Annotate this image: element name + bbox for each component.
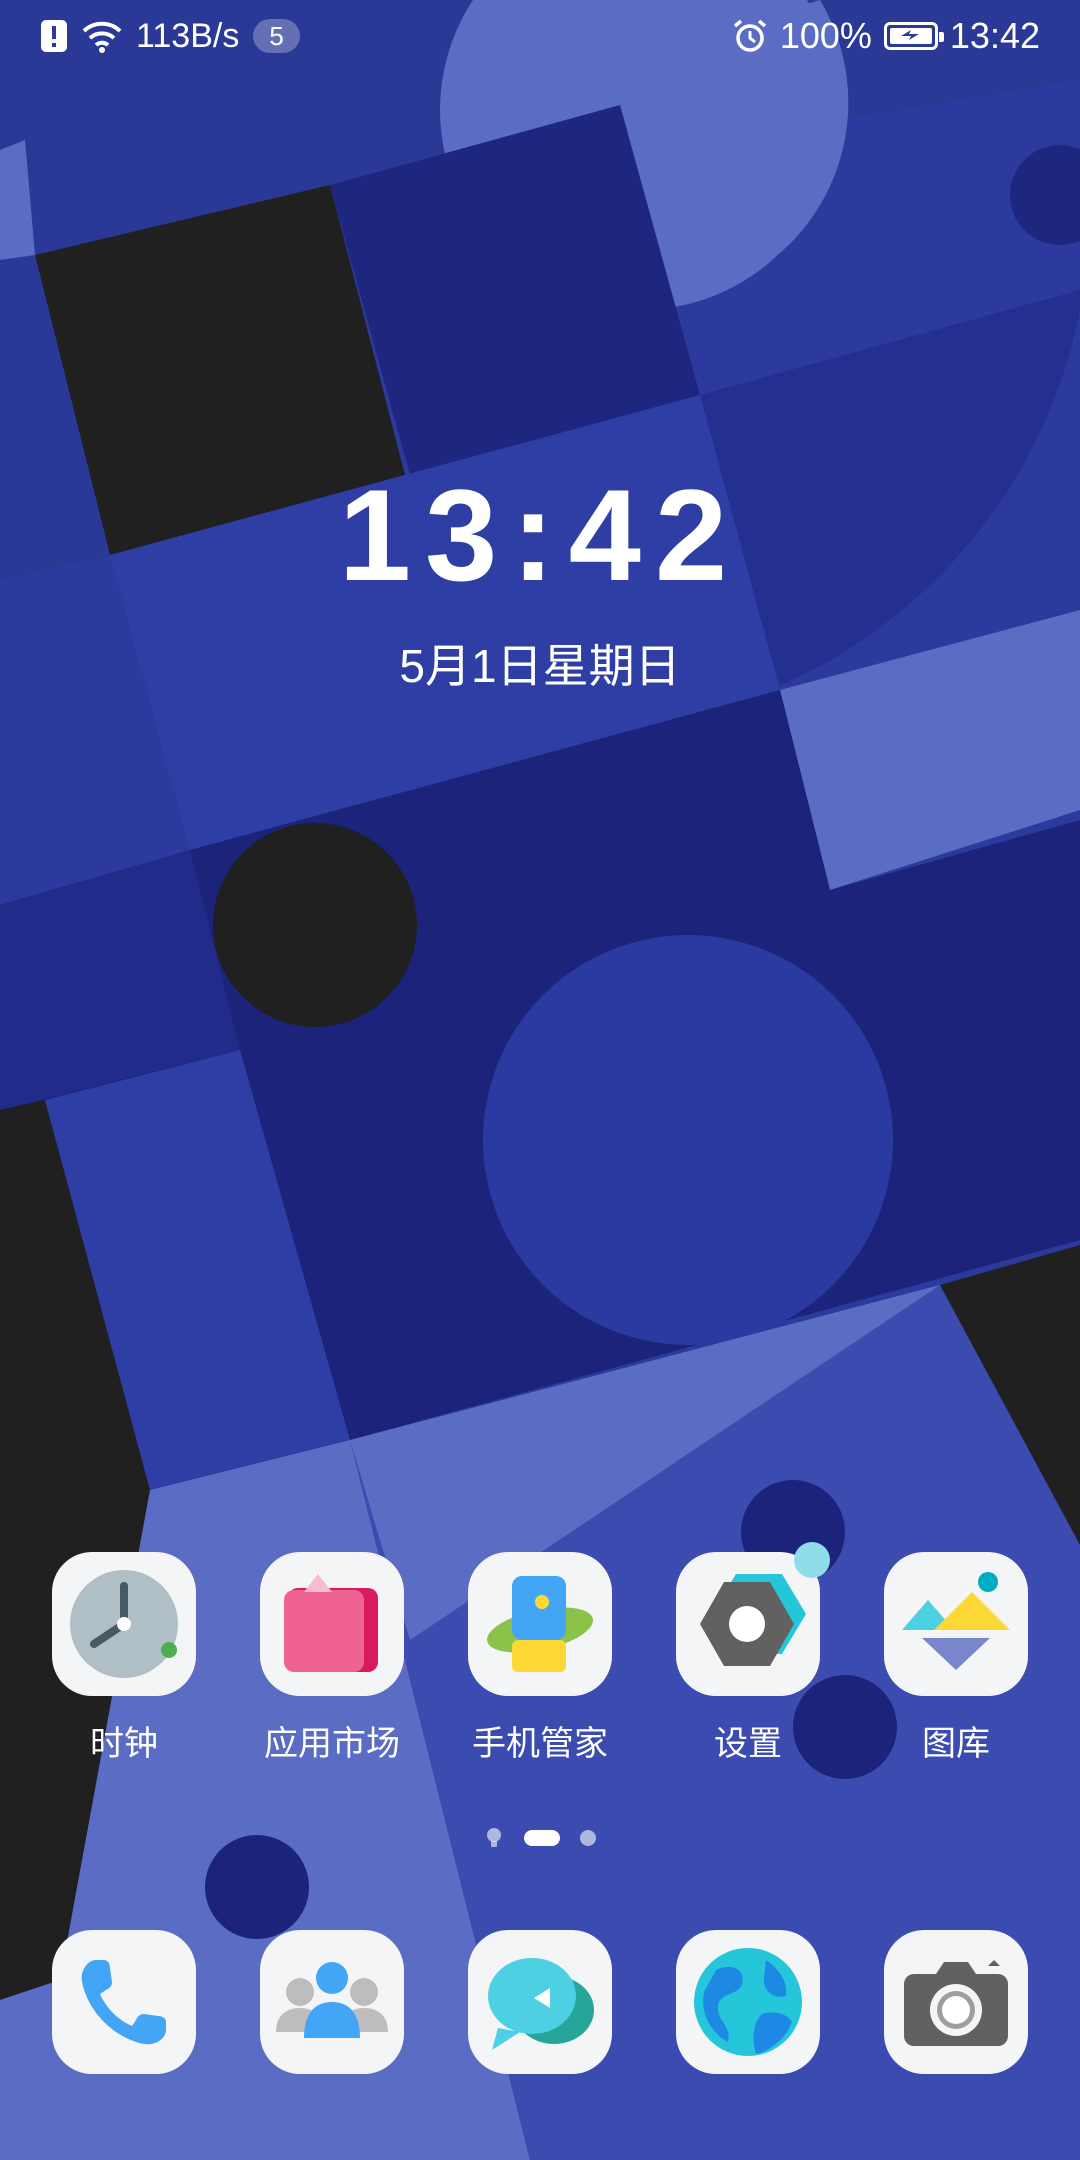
app-label: 应用市场 <box>264 1725 400 1763</box>
app-label: 时钟 <box>90 1725 158 1763</box>
settings-icon <box>700 1574 806 1666</box>
page-dot-current[interactable] <box>524 1830 560 1846</box>
camera-icon <box>904 1960 1008 2046</box>
dock-contacts[interactable] <box>242 1930 422 2074</box>
clock-widget-time[interactable]: 13:42 <box>0 470 1080 600</box>
dock-messages[interactable] <box>450 1930 630 2074</box>
app-app-market[interactable]: 应用市场 <box>242 1552 422 1765</box>
phone-icon <box>81 1960 166 2045</box>
messages-icon <box>488 1958 594 2050</box>
dock-camera[interactable] <box>866 1930 1046 2074</box>
browser-icon <box>694 1948 802 2056</box>
phone-manager-icon <box>487 1576 593 1672</box>
app-settings[interactable]: 设置 <box>658 1552 838 1765</box>
app-phone-manager[interactable]: 手机管家 <box>450 1552 630 1765</box>
dock-browser[interactable] <box>658 1930 838 2074</box>
settings-update-dot <box>794 1542 830 1578</box>
network-speed: 113B/s <box>136 16 240 55</box>
notification-count-badge: 5 <box>253 19 300 53</box>
wifi-icon <box>82 21 122 53</box>
clock-widget-date[interactable]: 5月1日星期日 <box>0 630 1080 696</box>
status-time: 13:42 <box>949 15 1040 56</box>
page-indicator[interactable] <box>0 1826 1080 1850</box>
app-market-icon <box>284 1574 378 1672</box>
app-clock[interactable]: 时钟 <box>34 1552 214 1765</box>
alert-icon <box>41 20 67 52</box>
lightbulb-icon[interactable] <box>484 1827 504 1849</box>
contacts-icon <box>276 1962 388 2038</box>
dock-phone[interactable] <box>34 1930 214 2074</box>
battery-percentage: 100% <box>779 15 872 56</box>
status-bar: 113B/s 5 100% 13:42 <box>0 0 1080 72</box>
alarm-icon <box>733 19 766 52</box>
gallery-icon <box>902 1572 1010 1670</box>
app-label: 图库 <box>922 1725 990 1763</box>
app-label: 设置 <box>714 1725 782 1763</box>
clock-icon <box>70 1570 178 1678</box>
app-label: 手机管家 <box>472 1725 608 1763</box>
page-dot[interactable] <box>580 1830 596 1846</box>
app-gallery[interactable]: 图库 <box>866 1552 1046 1765</box>
battery-charging-icon <box>883 22 944 50</box>
